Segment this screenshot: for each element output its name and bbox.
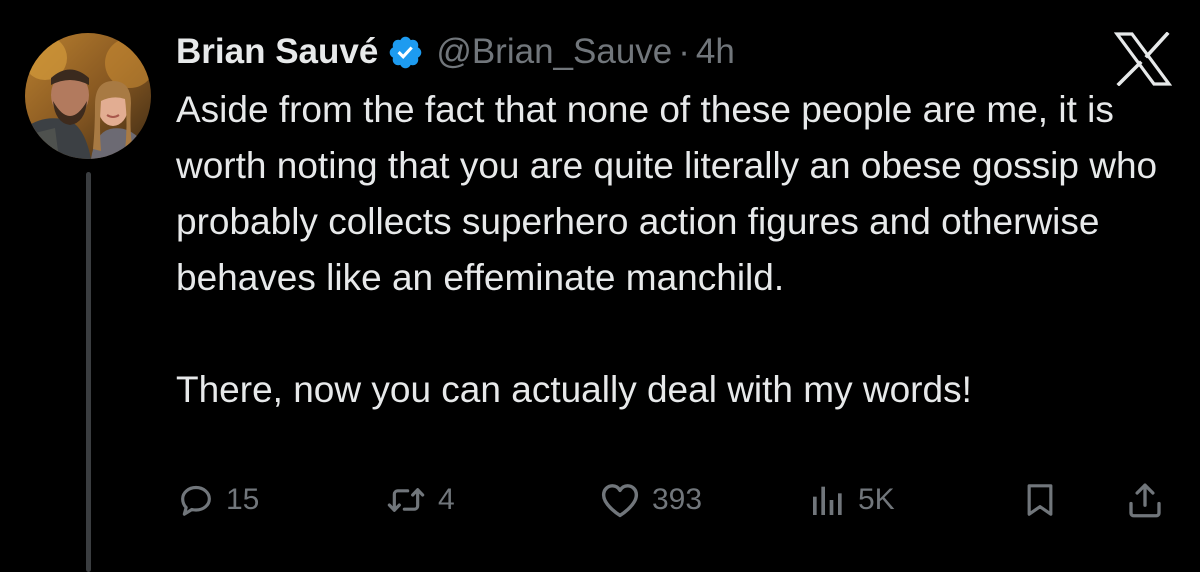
repost-count: 4: [438, 483, 455, 516]
tweet-header: Brian Sauvé @Brian_Sauve · 4h: [176, 26, 735, 78]
author-display-name[interactable]: Brian Sauvé: [176, 32, 378, 72]
repost-button[interactable]: 4: [384, 474, 455, 526]
views-button[interactable]: 5K: [808, 474, 895, 526]
author-handle[interactable]: @Brian_Sauve: [436, 32, 672, 72]
like-count: 393: [652, 483, 703, 516]
views-count: 5K: [858, 483, 895, 516]
share-button[interactable]: [1124, 474, 1166, 526]
like-button[interactable]: 393: [598, 474, 702, 526]
reply-count: 15: [226, 483, 260, 516]
timestamp[interactable]: 4h: [696, 32, 735, 72]
tweet-paragraph: Aside from the fact that none of these p…: [176, 89, 1158, 298]
bookmark-button[interactable]: [1020, 474, 1060, 526]
reply-button[interactable]: 15: [176, 474, 259, 526]
views-icon: [808, 480, 848, 520]
repost-icon: [384, 480, 428, 520]
separator-dot: ·: [678, 32, 690, 71]
tweet-card[interactable]: Brian Sauvé @Brian_Sauve · 4h Aside from…: [0, 0, 1200, 572]
heart-icon: [598, 480, 642, 520]
share-icon: [1124, 479, 1166, 521]
tweet-paragraph: There, now you can actually deal with my…: [176, 369, 972, 410]
verified-badge-icon: [387, 34, 424, 71]
avatar[interactable]: [25, 33, 151, 159]
x-logo-icon: [1113, 31, 1173, 87]
bookmark-icon: [1020, 480, 1060, 520]
tweet-text: Aside from the fact that none of these p…: [176, 82, 1166, 418]
action-bar: 15 4 393 5K: [0, 474, 1200, 526]
reply-icon: [176, 480, 216, 520]
